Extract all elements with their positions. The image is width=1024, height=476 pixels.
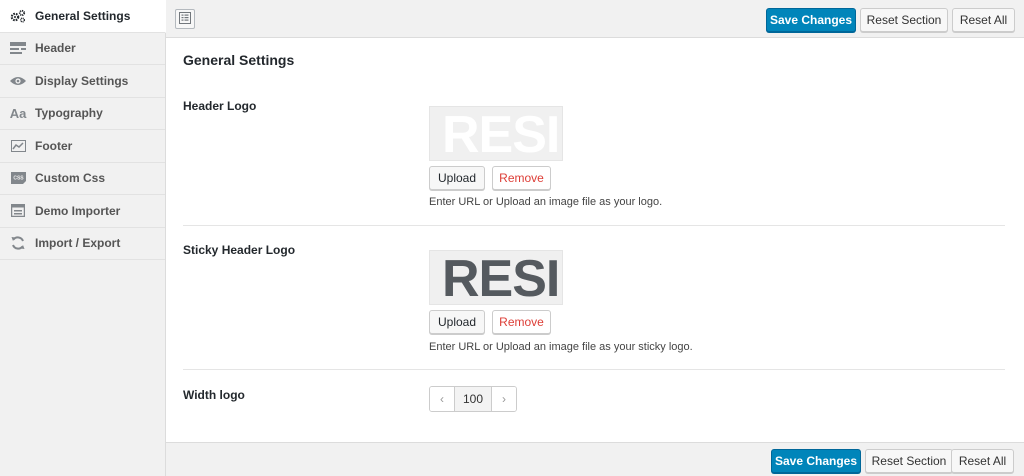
section-title: General Settings: [183, 52, 295, 68]
reset-all-button[interactable]: Reset All: [952, 8, 1015, 32]
header-logo-remove-button[interactable]: Remove: [492, 166, 551, 190]
sidebar: General Settings Header Display Settings…: [0, 0, 166, 476]
sidebar-item-label: General Settings: [35, 8, 131, 23]
width-logo-stepper: ‹ 100 ›: [429, 386, 517, 412]
width-logo-value[interactable]: 100: [454, 387, 492, 411]
layout-icon: [179, 11, 191, 27]
sticky-logo-remove-button[interactable]: Remove: [492, 310, 551, 334]
sticky-logo-upload-button[interactable]: Upload: [429, 310, 485, 334]
sticky-logo-label: Sticky Header Logo: [183, 243, 296, 257]
sticky-logo-image: RESI: [442, 250, 560, 305]
increment-button[interactable]: ›: [492, 387, 516, 411]
sidebar-item-demo-importer[interactable]: Demo Importer: [0, 195, 165, 228]
top-toolbar: Save Changes Reset Section Reset All: [166, 0, 1024, 38]
sidebar-item-general-settings[interactable]: General Settings: [0, 0, 166, 33]
settings-panel: General Settings Header Logo RESI Upload…: [166, 38, 1024, 442]
save-changes-button-bottom[interactable]: Save Changes: [771, 449, 861, 473]
refresh-icon: [10, 235, 26, 251]
sidebar-item-import-export[interactable]: Import / Export: [0, 228, 165, 260]
sidebar-item-label: Import / Export: [35, 236, 121, 251]
reset-section-button[interactable]: Reset Section: [860, 8, 948, 32]
save-changes-button[interactable]: Save Changes: [766, 8, 856, 32]
sidebar-item-typography[interactable]: Aa Typography: [0, 98, 165, 130]
reset-section-button-bottom[interactable]: Reset Section: [865, 449, 953, 473]
reset-all-button-bottom[interactable]: Reset All: [951, 449, 1014, 473]
chevron-left-icon: ‹: [440, 392, 444, 406]
bottom-toolbar: Save Changes Reset Section Reset All: [166, 442, 1024, 476]
sidebar-item-label: Demo Importer: [35, 203, 121, 218]
width-logo-label: Width logo: [183, 388, 245, 402]
layout-toggle-button[interactable]: [175, 9, 195, 29]
chart-icon: [10, 138, 26, 154]
importer-icon: [10, 203, 26, 219]
chevron-right-icon: ›: [502, 392, 506, 406]
decrement-button[interactable]: ‹: [430, 387, 454, 411]
svg-text:CSS: CSS: [13, 176, 24, 182]
sidebar-item-display-settings[interactable]: Display Settings: [0, 65, 165, 98]
header-logo-label: Header Logo: [183, 99, 257, 113]
sidebar-item-label: Footer: [35, 138, 73, 153]
divider: [183, 225, 1005, 226]
header-icon: [10, 40, 26, 56]
sidebar-item-label: Header: [35, 41, 76, 56]
header-logo-image: RESI: [442, 106, 560, 161]
sticky-logo-description: Enter URL or Upload an image file as you…: [429, 341, 693, 353]
sidebar-item-footer[interactable]: Footer: [0, 130, 165, 163]
header-logo-upload-button[interactable]: Upload: [429, 166, 485, 190]
css-icon: CSS: [10, 170, 26, 186]
eye-icon: [10, 73, 26, 89]
sidebar-item-label: Display Settings: [35, 73, 129, 88]
sidebar-item-custom-css[interactable]: CSS Custom Css: [0, 163, 165, 195]
typography-icon: Aa: [9, 105, 27, 121]
sidebar-item-header[interactable]: Header: [0, 33, 165, 65]
header-logo-description: Enter URL or Upload an image file as you…: [429, 196, 663, 208]
gears-icon: [10, 8, 26, 24]
divider: [183, 369, 1005, 370]
sidebar-item-label: Custom Css: [35, 171, 106, 186]
header-logo-preview: RESI: [429, 106, 563, 161]
sticky-logo-preview: RESI: [429, 250, 563, 305]
sidebar-item-label: Typography: [35, 106, 103, 121]
